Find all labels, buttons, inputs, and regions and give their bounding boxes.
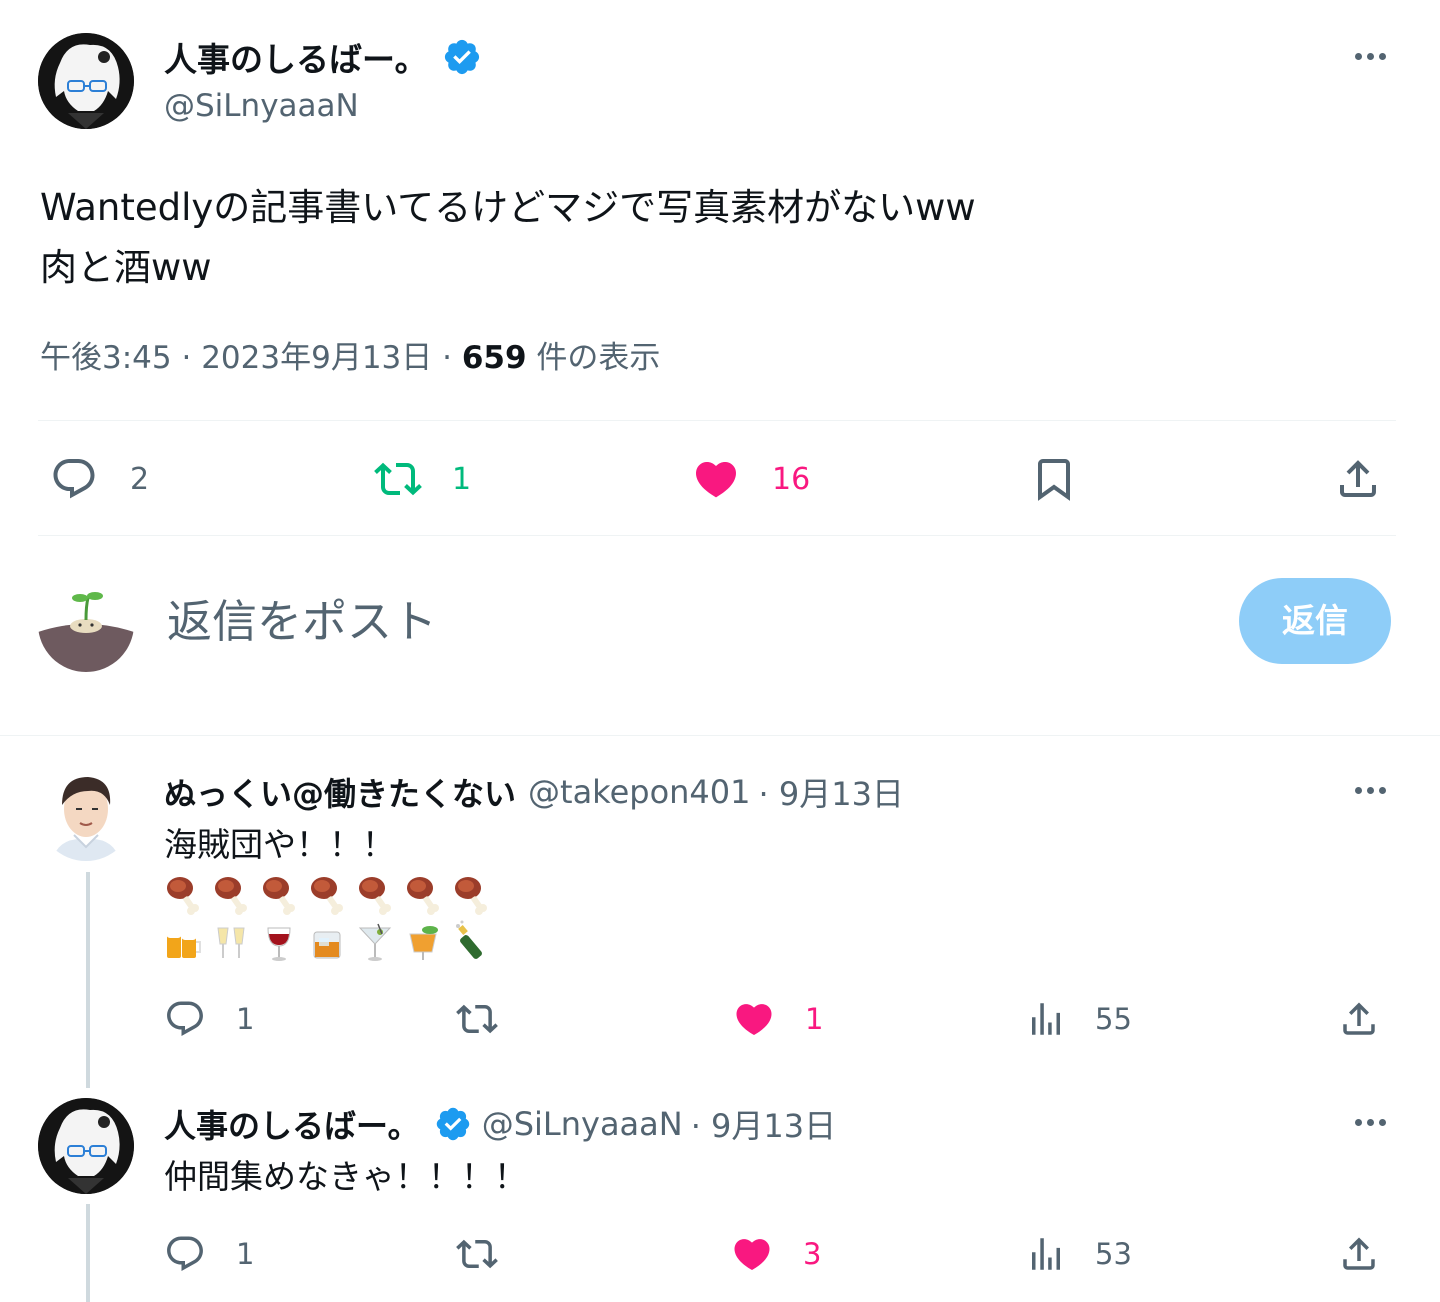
- clinking-beer-mugs-icon: [164, 920, 202, 964]
- meat-on-bone-icon: [356, 872, 394, 916]
- section-divider: [0, 735, 1440, 736]
- views-count: 659: [461, 340, 527, 376]
- like-count: 16: [772, 461, 811, 497]
- reply-count: 1: [236, 1237, 255, 1271]
- reply1-emoji-row1: [164, 872, 490, 916]
- verified-badge-icon[interactable]: [442, 37, 482, 77]
- views-label: 件の表示: [536, 340, 661, 376]
- main-author-name[interactable]: 人事のしるばー。: [164, 33, 428, 81]
- reply1-date[interactable]: · 9月13日: [759, 769, 904, 815]
- reply-count: 1: [236, 1002, 255, 1036]
- meat-on-bone-icon: [308, 872, 346, 916]
- reply1-share-button[interactable]: [1338, 998, 1380, 1044]
- reply1-like-button[interactable]: 1: [733, 998, 823, 1040]
- reply2-retweet-button[interactable]: [455, 1233, 499, 1279]
- tropical-drink-icon: [404, 920, 442, 964]
- like-count: 3: [803, 1237, 822, 1271]
- reply-icon: [164, 998, 206, 1040]
- meat-on-bone-icon: [260, 872, 298, 916]
- main-reply-button[interactable]: 2: [50, 455, 149, 503]
- views-count: 53: [1095, 1237, 1132, 1271]
- heart-icon: [731, 1233, 773, 1275]
- reply-submit-button[interactable]: 返信: [1239, 578, 1391, 664]
- reply1-avatar[interactable]: [38, 765, 134, 861]
- retweet-count: 1: [452, 461, 472, 497]
- reply2-author-name[interactable]: 人事のしるばー。: [164, 1101, 420, 1147]
- reply2-avatar[interactable]: [38, 1098, 134, 1194]
- reply1-reply-button[interactable]: 1: [164, 998, 254, 1040]
- main-author-name-row: 人事のしるばー。: [164, 33, 482, 81]
- meta-separator: ·: [442, 340, 452, 376]
- reply1-text: 海賊団や！！！: [164, 825, 395, 864]
- heart-icon: [692, 455, 740, 503]
- reply2-date[interactable]: · 9月13日: [691, 1101, 836, 1147]
- reply2-more-icon[interactable]: [1355, 1119, 1386, 1126]
- reply2-views-button[interactable]: 53: [1025, 1233, 1132, 1275]
- champagne-bottle-icon: [452, 920, 490, 964]
- reply2-share-button[interactable]: [1338, 1233, 1380, 1279]
- thread-line: [86, 872, 90, 1088]
- main-like-button[interactable]: 16: [692, 455, 810, 503]
- main-tweet-avatar[interactable]: [38, 33, 134, 129]
- reply1-views-button[interactable]: 55: [1025, 998, 1132, 1040]
- reply2-reply-button[interactable]: 1: [164, 1233, 254, 1275]
- main-tweet-meta: 午後3:45 · 2023年9月13日 · 659 件の表示: [40, 336, 660, 380]
- retweet-icon: [455, 998, 499, 1040]
- main-tweet-text-line2: 肉と酒ww: [40, 246, 212, 289]
- meat-on-bone-icon: [164, 872, 202, 916]
- composer-avatar: [38, 576, 134, 672]
- wine-glass-icon: [260, 920, 298, 964]
- main-tweet-text-line1: Wantedlyの記事書いてるけどマジで写真素材がないww: [40, 186, 976, 229]
- clinking-glasses-icon: [212, 920, 250, 964]
- retweet-icon: [372, 455, 424, 503]
- retweet-icon: [455, 1233, 499, 1275]
- share-icon: [1334, 455, 1382, 503]
- reply1-author-name[interactable]: ぬっくい@働きたくない: [164, 769, 516, 815]
- reply1-author-handle[interactable]: @takepon401: [528, 773, 750, 811]
- reply1-emoji-row2: [164, 920, 490, 964]
- views-count: 55: [1095, 1002, 1132, 1036]
- share-icon: [1338, 998, 1380, 1040]
- main-author-handle[interactable]: @SiLnyaaaN: [164, 86, 359, 126]
- main-more-icon[interactable]: [1355, 53, 1386, 60]
- divider: [38, 420, 1396, 421]
- bookmark-icon: [1030, 455, 1078, 503]
- meat-on-bone-icon: [452, 872, 490, 916]
- meat-on-bone-icon: [404, 872, 442, 916]
- divider: [38, 535, 1396, 536]
- tumbler-glass-icon: [308, 920, 346, 964]
- meat-on-bone-icon: [212, 872, 250, 916]
- heart-icon: [733, 998, 775, 1040]
- reply1-header: ぬっくい@働きたくない @takepon401 · 9月13日: [164, 770, 904, 814]
- reply-icon: [164, 1233, 206, 1275]
- like-count: 1: [805, 1002, 824, 1036]
- reply-count: 2: [130, 461, 150, 497]
- reply2-text: 仲間集めなきゃ！！！！: [164, 1157, 527, 1196]
- thread-line: [86, 1204, 90, 1302]
- reply2-author-handle[interactable]: @SiLnyaaaN: [482, 1105, 683, 1143]
- bookmark-button[interactable]: [1030, 455, 1078, 507]
- reply2-like-button[interactable]: 3: [731, 1233, 821, 1275]
- cocktail-glass-icon: [356, 920, 394, 964]
- tweet-date[interactable]: 2023年9月13日: [201, 340, 432, 376]
- main-tweet-text: Wantedlyの記事書いてるけどマジで写真素材がないww 肉と酒ww: [40, 178, 976, 298]
- reply2-header: 人事のしるばー。 @SiLnyaaaN · 9月13日: [164, 1102, 836, 1146]
- tweet-time[interactable]: 午後3:45: [40, 340, 172, 376]
- share-icon: [1338, 1233, 1380, 1275]
- share-button[interactable]: [1334, 455, 1382, 507]
- analytics-icon: [1025, 998, 1067, 1040]
- meta-separator: ·: [181, 340, 192, 376]
- analytics-icon: [1025, 1233, 1067, 1275]
- reply1-more-icon[interactable]: [1355, 787, 1386, 794]
- main-retweet-button[interactable]: 1: [372, 455, 471, 503]
- reply-input[interactable]: 返信をポスト: [167, 594, 437, 650]
- verified-badge-icon[interactable]: [434, 1105, 472, 1143]
- reply-icon: [50, 455, 98, 503]
- reply1-retweet-button[interactable]: [455, 998, 499, 1044]
